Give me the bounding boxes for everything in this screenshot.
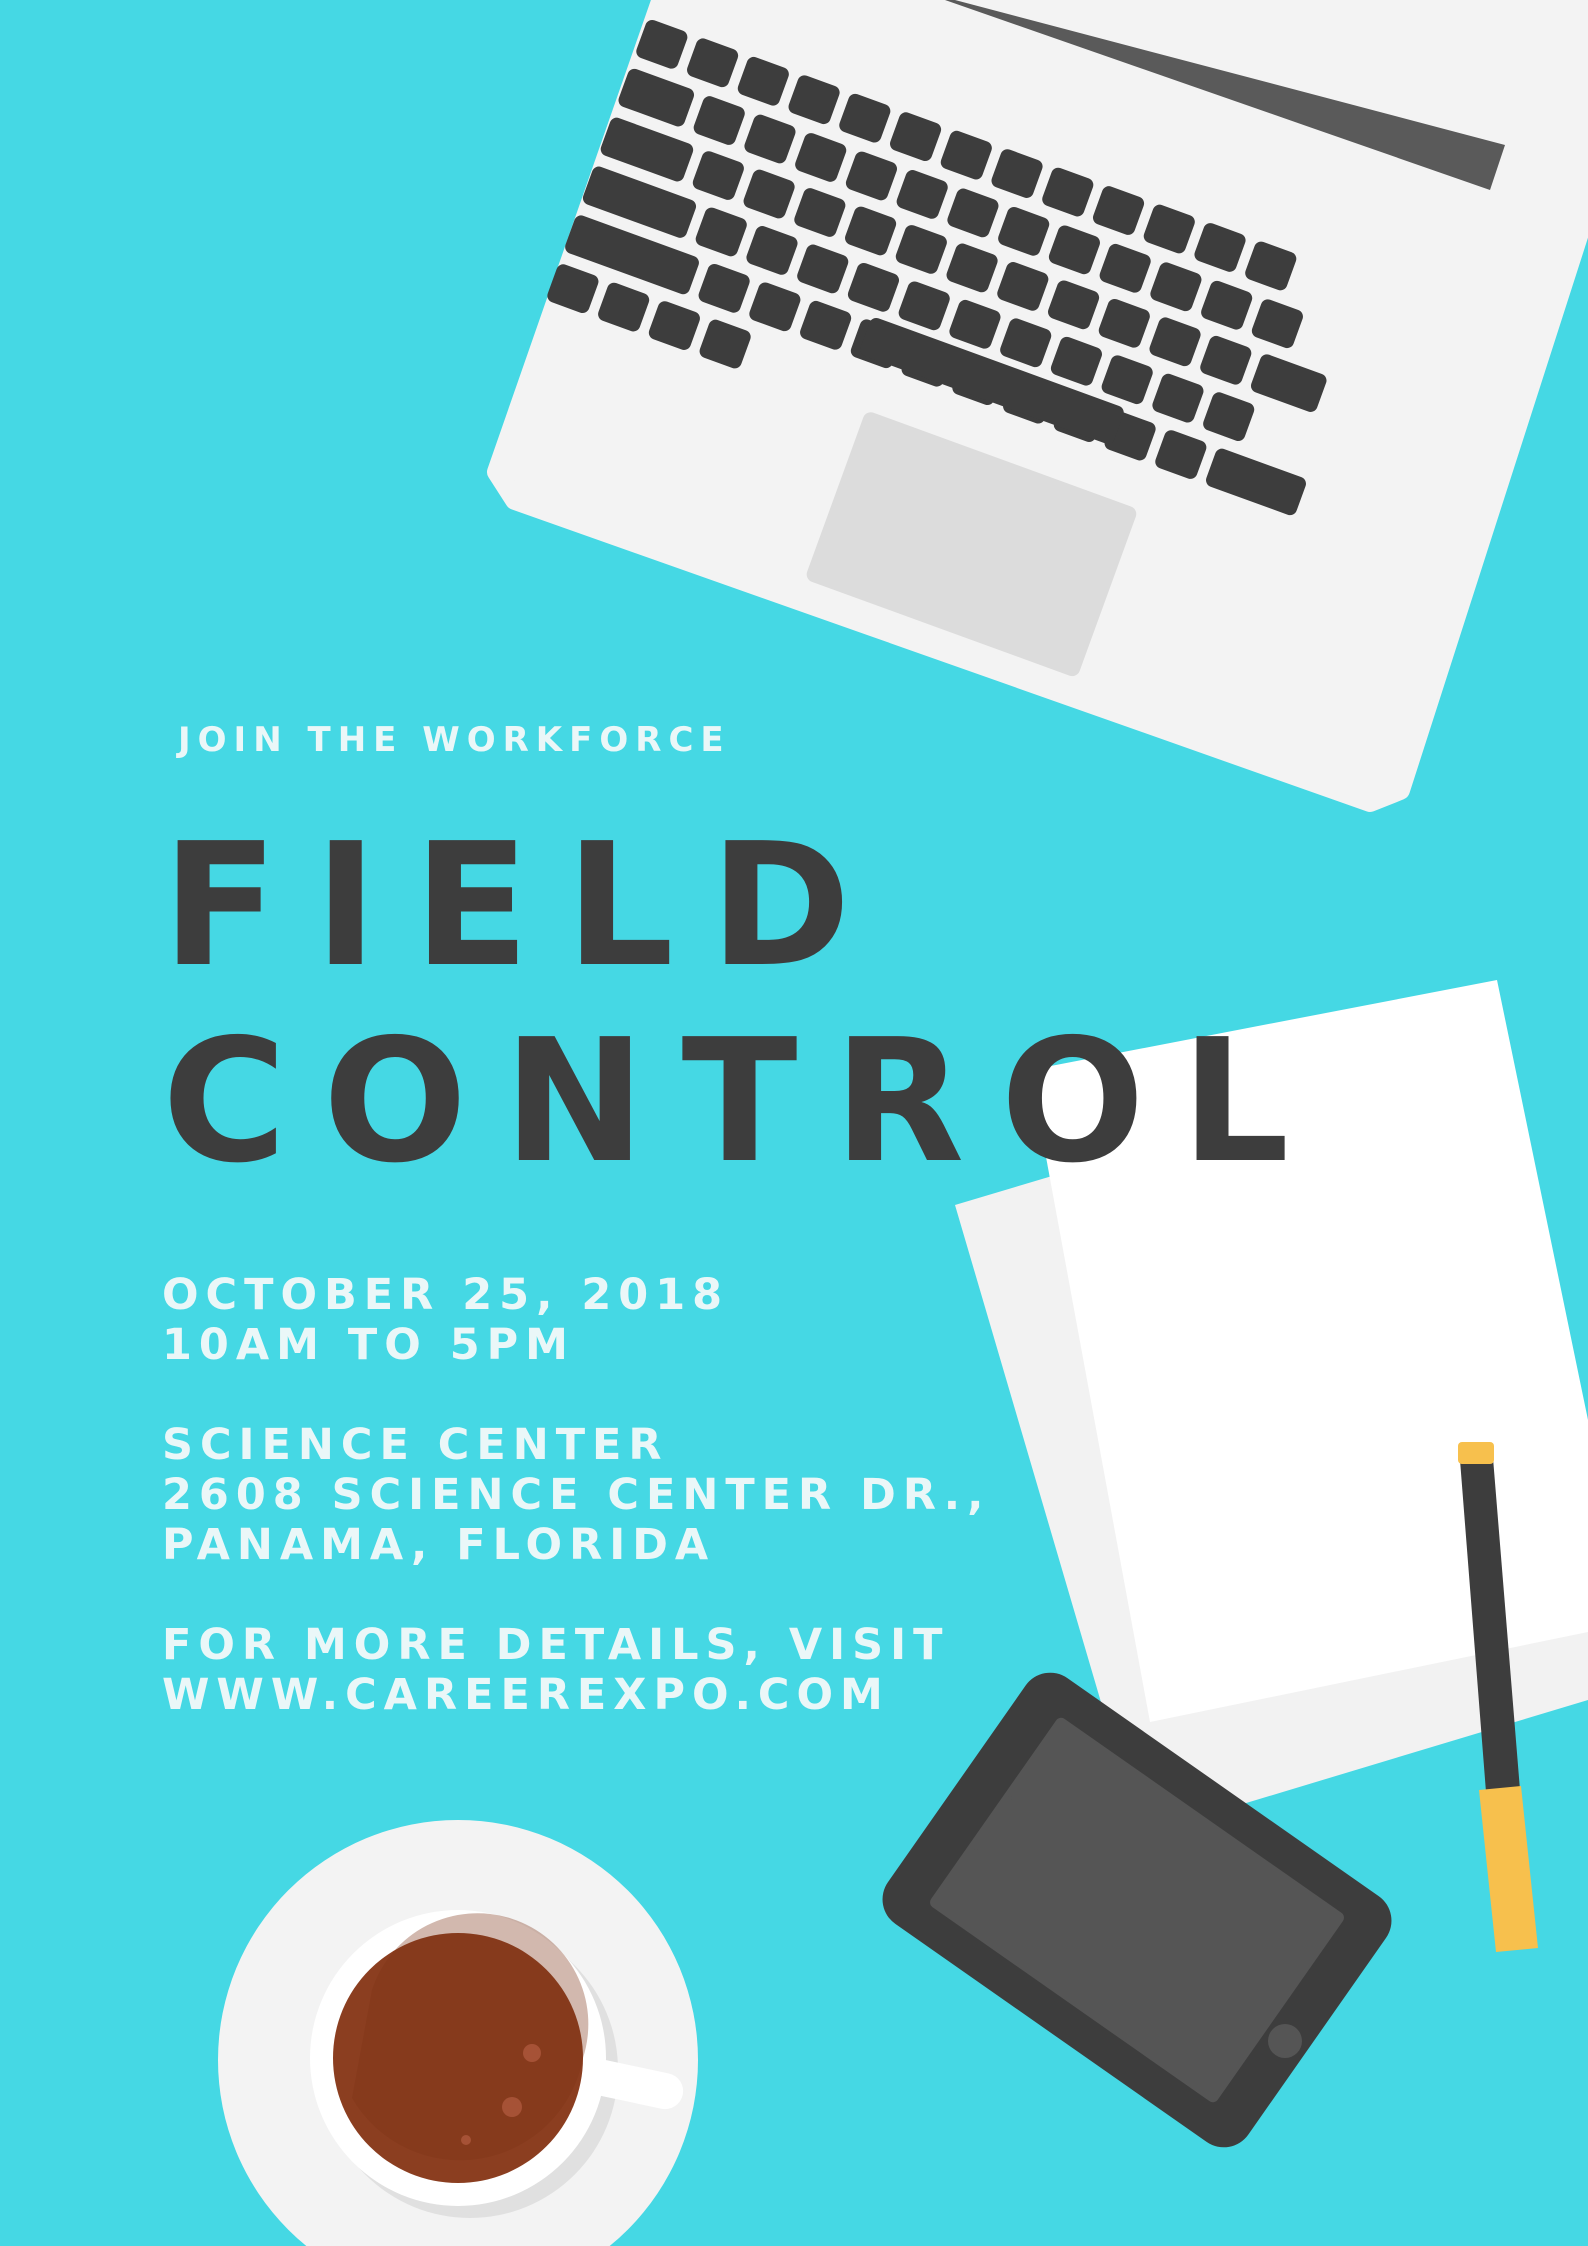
title-line-2: CONTROL <box>162 1003 1326 1201</box>
details-label: FOR MORE DETAILS, VISIT <box>162 1620 950 1670</box>
title-line-1: FIELD <box>162 807 887 1005</box>
event-title: FIELD CONTROL <box>162 808 1325 1200</box>
venue-block: SCIENCE CENTER 2608 SCIENCE CENTER DR., … <box>162 1420 990 1570</box>
laptop-illustration <box>487 0 1588 812</box>
details-url[interactable]: WWW.CAREEREXPO.COM <box>162 1670 949 1720</box>
date-time-block: OCTOBER 25, 2018 10AM TO 5PM <box>162 1270 729 1370</box>
venue-name: SCIENCE CENTER <box>162 1420 669 1470</box>
details-block: FOR MORE DETAILS, VISIT WWW.CAREEREXPO.C… <box>162 1620 949 1720</box>
event-time: 10AM TO 5PM <box>162 1320 575 1370</box>
event-date: OCTOBER 25, 2018 <box>162 1270 730 1320</box>
eyebrow-text: JOIN THE WORKFORCE <box>178 720 731 760</box>
coffee-cup-illustration <box>218 1820 698 2246</box>
venue-street: 2608 SCIENCE CENTER DR., <box>162 1470 991 1520</box>
venue-city: PANAMA, FLORIDA <box>162 1520 716 1570</box>
